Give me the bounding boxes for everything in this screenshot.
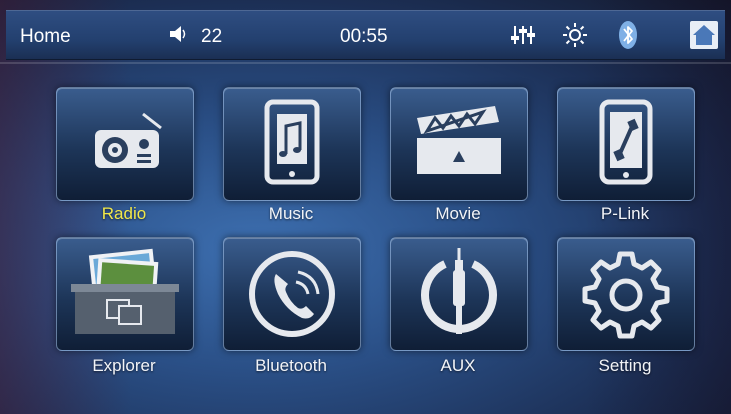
home-icon: [693, 25, 715, 45]
app-label-setting: Setting: [598, 356, 652, 375]
app-tile-p-link[interactable]: [557, 87, 695, 201]
app-tile-setting[interactable]: [557, 237, 695, 351]
bluetooth-phone-icon: [249, 251, 335, 337]
volume-level: 22: [201, 26, 223, 47]
app-tile-music[interactable]: [223, 87, 361, 201]
aux-cable-icon: [421, 248, 497, 334]
app-label-explorer: Explorer: [92, 356, 156, 375]
app-tile-bluetooth[interactable]: [223, 237, 361, 351]
equalizer-icon[interactable]: [511, 24, 535, 46]
app-label-movie: Movie: [435, 204, 481, 223]
app-label-bluetooth: Bluetooth: [255, 356, 327, 375]
gear-icon: [582, 251, 670, 339]
clock: 00:55: [340, 26, 388, 47]
app-tile-movie[interactable]: [390, 87, 528, 201]
status-divider: [0, 62, 731, 64]
app-tile-aux[interactable]: [390, 237, 528, 351]
phone-link-icon: [599, 99, 653, 185]
home-label: Home: [20, 26, 71, 47]
movie-icon: [417, 106, 501, 174]
status-bar: Home 22 00:55: [6, 10, 725, 60]
folder-photos-icon: [71, 248, 179, 334]
app-tile-radio[interactable]: [56, 87, 194, 201]
music-icon: [264, 99, 320, 185]
app-label-music: Music: [268, 204, 314, 223]
app-tile-explorer[interactable]: [56, 237, 194, 351]
bluetooth-icon[interactable]: [618, 20, 638, 50]
brightness-icon[interactable]: [562, 22, 588, 48]
speaker-icon[interactable]: [168, 24, 188, 44]
radio-icon: [95, 112, 162, 168]
home-button[interactable]: [690, 21, 718, 49]
app-label-radio: Radio: [101, 204, 147, 223]
app-label-aux: AUX: [440, 356, 476, 375]
app-label-p-link: P-Link: [600, 204, 650, 223]
